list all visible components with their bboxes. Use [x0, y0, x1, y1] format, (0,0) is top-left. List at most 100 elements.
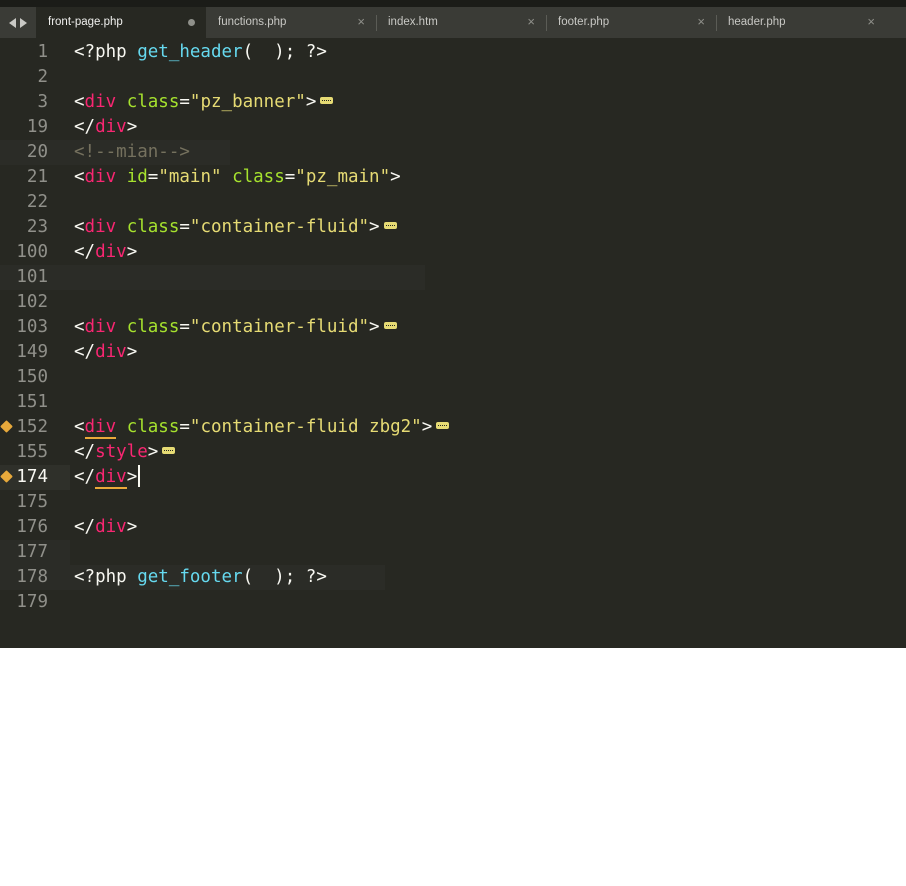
tag-name: div [84, 217, 117, 237]
fold-ellipsis-icon[interactable] [320, 96, 334, 104]
line-number: 151 [16, 392, 48, 412]
code-line-current[interactable]: </div> [74, 465, 141, 490]
code-line[interactable]: </style> [74, 440, 176, 465]
code-text: > [126, 517, 138, 537]
line-number: 100 [16, 242, 48, 262]
fold-ellipsis-icon[interactable] [383, 221, 397, 229]
code-line[interactable]: <div class="pz_banner"> [74, 90, 334, 115]
code-text: < [74, 92, 85, 112]
code-line[interactable]: <div class="container-fluid zbg2"> [74, 415, 450, 440]
tab-bar: front-page.php functions.php × index.htm… [0, 7, 906, 38]
tag-name: div [84, 317, 117, 337]
code-line[interactable]: <?php get_header( ); ?> [74, 40, 327, 65]
tag-name: div [95, 517, 127, 537]
tab-front-page[interactable]: front-page.php [36, 7, 206, 38]
tab-index[interactable]: index.htm × [376, 7, 546, 38]
tab-label: index.htm [388, 16, 438, 28]
php-open: <?php [74, 567, 138, 587]
fold-ellipsis-icon[interactable] [383, 321, 397, 329]
close-icon[interactable]: × [697, 15, 705, 29]
code-line[interactable]: </div> [74, 115, 137, 140]
code-line[interactable]: <div class="container-fluid"> [74, 215, 397, 240]
tag-name: style [95, 442, 148, 462]
close-icon[interactable]: × [527, 15, 535, 29]
code-text: > [147, 442, 159, 462]
close-icon[interactable]: × [867, 15, 875, 29]
code-line[interactable]: <div id="main" class="pz_main"> [74, 165, 401, 190]
code-text: > [390, 167, 401, 187]
tab-label: functions.php [218, 16, 287, 28]
code-text: > [126, 242, 138, 262]
attribute-name: id [116, 167, 148, 187]
tab-label: header.php [728, 16, 786, 28]
tag-name: div [95, 342, 127, 362]
code-line[interactable]: </div> [74, 515, 137, 540]
tab-nav [0, 7, 36, 38]
comment: <!--mian--> [74, 142, 190, 162]
code-text: </ [74, 342, 96, 362]
line-number: 20 [26, 142, 48, 162]
line-number: 19 [26, 117, 48, 137]
tab-header[interactable]: header.php × [716, 7, 886, 38]
tag-name: div [95, 242, 127, 262]
left-arrow-icon[interactable] [9, 17, 16, 28]
attribute-name: class [221, 167, 285, 187]
line-number: 102 [16, 292, 48, 312]
code-line[interactable]: <div class="container-fluid"> [74, 315, 397, 340]
attribute-value: "pz_banner" [189, 92, 306, 112]
code-text: = [284, 167, 296, 187]
code-text: </ [74, 242, 96, 262]
tag-name: div [84, 92, 117, 112]
tab-label: front-page.php [48, 16, 123, 28]
code-text: = [179, 92, 190, 112]
code-text: > [305, 92, 317, 112]
tab-functions[interactable]: functions.php × [206, 7, 376, 38]
code-line[interactable]: </div> [74, 240, 137, 265]
tag-name: div [84, 167, 117, 187]
line-number: 149 [16, 342, 48, 362]
code-text: = [179, 217, 190, 237]
fold-ellipsis-icon[interactable] [162, 446, 176, 454]
code-text: > [369, 317, 380, 337]
code-line[interactable]: </div> [74, 340, 137, 365]
code-line[interactable]: <!--mian--> [74, 140, 190, 165]
line-number-current: 174 [16, 467, 48, 487]
title-strip [0, 0, 906, 7]
line-number: 22 [26, 192, 48, 212]
editor-window: front-page.php functions.php × index.htm… [0, 0, 906, 648]
line-number: 150 [16, 367, 48, 387]
code-text: > [421, 417, 433, 437]
right-arrow-icon[interactable] [20, 17, 27, 28]
code-text: > [126, 117, 138, 137]
code-text: ( ); ?> [242, 42, 327, 62]
code-text: < [74, 317, 85, 337]
code-text: </ [74, 517, 96, 537]
code-text: < [74, 217, 85, 237]
tag-name: div [95, 467, 127, 489]
code-text: = [179, 317, 190, 337]
attribute-value: "container-fluid zbg2" [189, 417, 422, 437]
text-cursor [138, 465, 141, 487]
attribute-name: class [116, 417, 180, 437]
line-number: 178 [16, 567, 48, 587]
line-number: 177 [16, 542, 48, 562]
line-number: 2 [37, 67, 48, 87]
php-open: <?php [74, 42, 138, 62]
code-line[interactable]: <?php get_footer( ); ?> [74, 565, 327, 590]
code-text: </ [74, 117, 96, 137]
attribute-value: "pz_main" [295, 167, 391, 187]
attribute-name: class [116, 217, 180, 237]
line-number: 155 [16, 442, 48, 462]
line-highlight [0, 265, 425, 290]
close-icon[interactable]: × [357, 15, 365, 29]
line-number: 1 [37, 42, 48, 62]
unsaved-dot-icon[interactable] [188, 19, 195, 26]
tab-footer[interactable]: footer.php × [546, 7, 716, 38]
code-text: </ [74, 467, 96, 487]
code-text: = [147, 167, 159, 187]
tab-label: footer.php [558, 16, 610, 28]
attribute-name: class [116, 92, 180, 112]
code-text: = [179, 417, 190, 437]
attribute-name: class [116, 317, 180, 337]
fold-ellipsis-icon[interactable] [436, 421, 450, 429]
